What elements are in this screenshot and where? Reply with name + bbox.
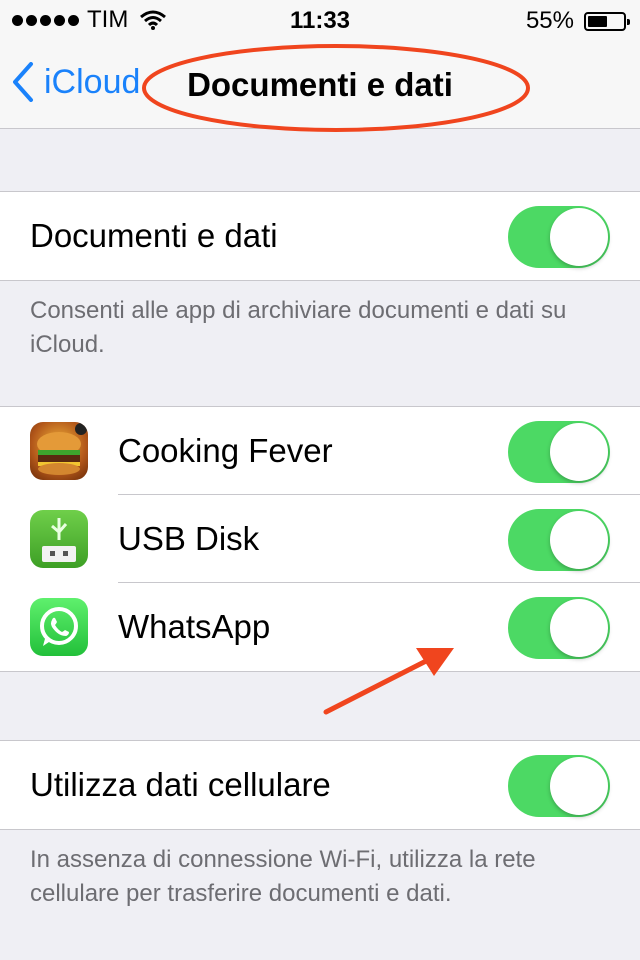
battery-indicator: 55% [525,7,630,35]
documents-toggle[interactable] [508,206,610,268]
cellular-label: Utilizza dati cellulare [30,766,331,803]
cooking-fever-icon [30,422,88,480]
usb-disk-toggle[interactable] [508,509,610,571]
documents-label: Documenti e dati [30,217,278,254]
battery-icon [584,11,630,31]
app-name: WhatsApp [118,608,271,645]
app-row-cooking-fever: Cooking Fever [0,407,640,495]
documents-footer: Consenti alle app di archiviare document… [30,297,567,358]
annotation-arrow [323,648,454,715]
whatsapp-icon [30,598,88,656]
annotation-ellipse [142,44,530,132]
whatsapp-toggle[interactable] [508,597,610,659]
documents-row: Documenti e dati [0,192,640,280]
apps-section: Cooking Fever USB Disk WhatsApp [0,406,640,672]
status-bar: TIM 11:33 55% [0,0,640,40]
app-name: USB Disk [118,520,260,557]
app-name: Cooking Fever [118,432,333,469]
usb-disk-icon [30,510,88,568]
cellular-footer: In assenza di connessione Wi-Fi, utilizz… [30,846,536,907]
battery-percent: 55% [525,7,574,34]
documents-section: Documenti e dati [0,191,640,281]
cooking-fever-toggle[interactable] [508,421,610,483]
cellular-row: Utilizza dati cellulare [0,741,640,829]
cellular-section: Utilizza dati cellulare [0,740,640,830]
app-row-usb-disk: USB Disk [0,495,640,583]
cellular-toggle[interactable] [508,755,610,817]
